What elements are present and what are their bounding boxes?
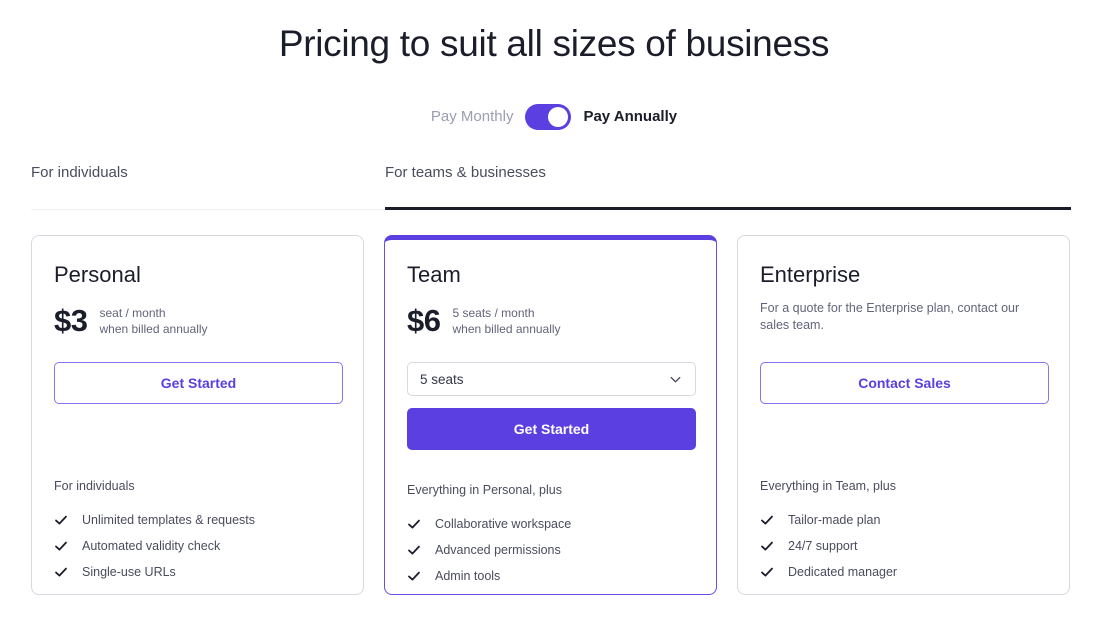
page-title: Pricing to suit all sizes of business [278,23,830,64]
seats-select[interactable]: 5 seats [407,362,696,396]
button-label: Get Started [513,421,590,437]
tab-for-individuals[interactable]: For individuals [31,164,128,210]
feature-label: Admin tools [435,569,501,583]
contact-sales-button[interactable]: Contact Sales [760,362,1049,404]
button-label: Get Started [160,375,237,391]
features-title: Everything in Team, plus [760,479,896,493]
plan-card-team: Team $6 5 seats / month when billed annu… [384,235,717,595]
feature-label: Advanced permissions [435,543,561,557]
plan-features-team: Everything in Personal, plus Collaborati… [407,481,697,589]
chevron-down-icon [668,372,683,387]
plan-price-meta: 5 seats / month when billed annually [452,305,560,337]
tab-underline-active [385,207,1071,210]
audience-tabs: For individuals For teams & businesses [31,164,1071,210]
plan-price-row: $3 seat / month when billed annually [54,300,341,342]
feature-item: 24/7 support [760,533,1050,559]
plan-price-row: $6 5 seats / month when billed annually [407,300,694,342]
billing-toggle-switch[interactable] [525,104,572,130]
check-icon [54,539,68,553]
check-icon [760,565,774,579]
plan-price-unit: 5 seats / month [452,306,535,320]
feature-item: Unlimited templates & requests [54,507,344,533]
features-title: Everything in Personal, plus [407,483,562,497]
feature-label: Tailor-made plan [788,513,881,527]
plan-features-enterprise: Everything in Team, plus Tailor-made pla… [760,477,1050,585]
feature-item: Automated validity check [54,533,344,559]
toggle-knob [548,107,569,127]
plan-price: $6 [407,303,441,338]
plan-price-meta: seat / month when billed annually [99,305,207,337]
features-title: For individuals [54,479,135,493]
pricing-page: Pricing to suit all sizes of business Pa… [0,0,1108,624]
check-icon [54,565,68,579]
plan-price-note: when billed annually [99,322,208,336]
feature-label: 24/7 support [788,539,858,553]
tab-for-teams-businesses[interactable]: For teams & businesses [385,164,546,210]
button-label: Contact Sales [858,375,951,391]
plan-card-list: Personal $3 seat / month when billed ann… [31,235,1071,597]
feature-item: Advanced permissions [407,537,697,563]
plan-price-unit: seat / month [99,306,166,320]
check-icon [407,543,421,557]
billing-period-toggle: Pay Monthly Pay Annually [0,104,1108,130]
plan-price: $3 [54,303,88,338]
feature-item: Dedicated manager [760,559,1050,585]
feature-item: Collaborative workspace [407,511,697,537]
plan-name: Personal [54,262,141,287]
billing-annually-label[interactable]: Pay Annually [583,105,677,129]
feature-label: Single-use URLs [82,565,176,579]
feature-label: Collaborative workspace [435,517,572,531]
plan-name: Enterprise [760,262,861,287]
feature-label: Dedicated manager [788,565,898,579]
billing-monthly-label[interactable]: Pay Monthly [431,105,514,129]
feature-item: Single-use URLs [54,559,344,585]
get-started-button-team[interactable]: Get Started [407,408,696,450]
plan-price-note: when billed annually [452,322,561,336]
check-icon [760,513,774,527]
feature-label: Automated validity check [82,539,221,553]
check-icon [760,539,774,553]
check-icon [407,517,421,531]
plan-description: For a quote for the Enterprise plan, con… [760,301,1020,332]
plan-card-enterprise: Enterprise For a quote for the Enterpris… [737,235,1070,595]
tab-underline-inactive [31,209,385,210]
plan-card-personal: Personal $3 seat / month when billed ann… [31,235,364,595]
plan-features-personal: For individuals Unlimited templates & re… [54,477,344,585]
feature-label: Unlimited templates & requests [82,513,255,527]
get-started-button-personal[interactable]: Get Started [54,362,343,404]
feature-item: Tailor-made plan [760,507,1050,533]
check-icon [54,513,68,527]
seats-select-value: 5 seats [420,371,464,387]
check-icon [407,569,421,583]
tab-label: For teams & businesses [385,164,546,181]
feature-item: Admin tools [407,563,697,589]
tab-label: For individuals [31,164,128,181]
plan-name: Team [407,262,461,287]
